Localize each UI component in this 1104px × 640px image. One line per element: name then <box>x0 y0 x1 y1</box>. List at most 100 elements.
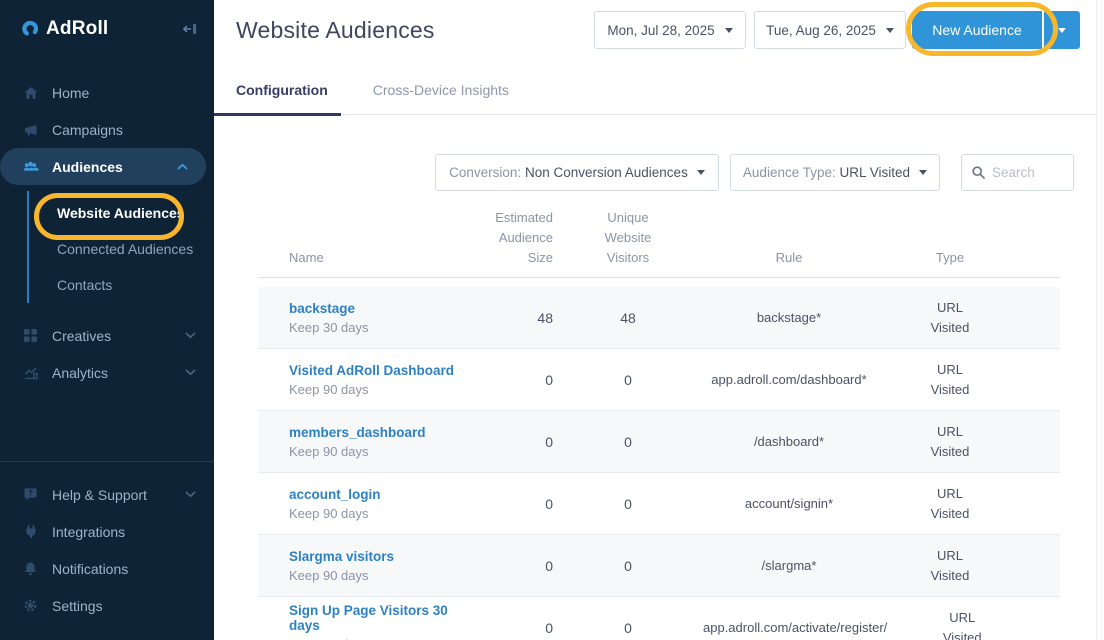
name-cell: Sign Up Page Visitors 30 days Keep 30 da… <box>258 603 473 640</box>
rule-cell: /slargma* <box>703 558 875 573</box>
end-date-picker[interactable]: Tue, Aug 26, 2025 <box>754 11 906 49</box>
name-cell: Visited AdRoll Dashboard Keep 90 days <box>258 363 473 397</box>
tab-configuration[interactable]: Configuration <box>236 82 328 114</box>
adroll-logo-text: AdRoll <box>46 18 109 39</box>
rule-cell: backstage* <box>703 310 875 325</box>
conversion-filter-label: Conversion: <box>449 165 522 180</box>
type-value: URL Visited <box>930 547 970 583</box>
audience-type-filter-label: Audience Type: <box>742 165 836 180</box>
conversion-filter-dropdown[interactable]: Conversion: Non Conversion Audiences <box>435 154 719 191</box>
name-cell: Slargma visitors Keep 90 days <box>258 549 473 583</box>
audience-type-filter-dropdown[interactable]: Audience Type: URL Visited <box>730 154 940 191</box>
type-cell: URL Visited <box>875 422 1025 462</box>
audience-retention: Keep 90 days <box>289 443 369 459</box>
megaphone-icon <box>22 122 39 138</box>
new-audience-button[interactable]: New Audience <box>912 11 1042 49</box>
search-input[interactable] <box>992 165 1062 180</box>
unique-visitors-value: 0 <box>624 557 632 574</box>
type-value: URL Visited <box>930 361 970 397</box>
active-tab-underline <box>214 113 341 116</box>
caret-down-icon <box>1058 27 1066 33</box>
audience-retention: Keep 90 days <box>289 505 369 521</box>
audiences-submenu: Website Audiences Connected Audiences Co… <box>0 185 214 317</box>
sidebar-item-campaigns[interactable]: Campaigns <box>0 111 214 148</box>
audiences-icon <box>22 159 39 175</box>
audience-table-header: Name Estimated Audience Size Unique Webs… <box>258 208 1060 278</box>
type-value: URL Visited <box>942 609 982 640</box>
chevron-down-icon <box>185 332 196 339</box>
audience-name-link[interactable]: Slargma visitors <box>289 549 473 564</box>
unique-visitors-value: 48 <box>620 309 636 326</box>
filter-bar: Conversion: Non Conversion Audiences Aud… <box>214 154 1104 191</box>
sidebar-item-analytics[interactable]: Analytics <box>0 354 214 391</box>
caret-down-icon <box>696 170 705 175</box>
sidebar-item-label: Help & Support <box>52 486 147 503</box>
scrollbar[interactable] <box>1096 0 1104 640</box>
collapse-sidebar-icon[interactable] <box>182 21 198 37</box>
gear-icon <box>22 598 39 613</box>
sidebar-item-help-support[interactable]: ? Help & Support <box>0 476 214 513</box>
rule-cell: account/signin* <box>703 496 875 511</box>
new-audience-split-button: New Audience <box>912 11 1080 49</box>
table-row: account_login Keep 90 days 0 0 account/s… <box>258 473 1060 535</box>
audience-name-link[interactable]: Visited AdRoll Dashboard <box>289 363 473 378</box>
audience-type-filter-value: URL Visited <box>839 165 911 180</box>
audience-name-link[interactable]: account_login <box>289 487 473 502</box>
sidebar-item-audiences[interactable]: Audiences <box>0 148 206 185</box>
header-controls: Mon, Jul 28, 2025 Tue, Aug 26, 2025 New … <box>594 11 1080 49</box>
type-cell: URL Visited <box>875 360 1025 400</box>
type-cell: URL Visited <box>875 298 1025 338</box>
tab-bar: Configuration Cross-Device Insights <box>214 82 1104 116</box>
end-date-value: Tue, Aug 26, 2025 <box>766 22 876 38</box>
unique-visitors-cell: 0 <box>553 434 703 450</box>
unique-visitors-cell: 0 <box>553 496 703 512</box>
sidebar-item-home[interactable]: Home <box>0 74 214 111</box>
rule-value: /slargma* <box>761 558 817 573</box>
rule-value: backstage* <box>756 310 822 325</box>
estimated-size-value: 0 <box>545 433 553 450</box>
start-date-picker[interactable]: Mon, Jul 28, 2025 <box>594 11 746 49</box>
sidebar-item-connected-audiences[interactable]: Connected Audiences <box>0 231 214 267</box>
audience-retention: Keep 90 days <box>289 567 369 583</box>
sidebar-item-label: Settings <box>52 597 103 614</box>
unique-visitors-value: 0 <box>624 433 632 450</box>
sidebar-item-label: Audiences <box>52 158 123 175</box>
estimated-size-cell: 0 <box>473 620 553 636</box>
unique-visitors-cell: 0 <box>553 372 703 388</box>
sidebar-item-contacts[interactable]: Contacts <box>0 267 214 303</box>
audience-name-link[interactable]: Sign Up Page Visitors 30 days <box>289 603 473 633</box>
estimated-size-value: 0 <box>545 371 553 388</box>
sidebar-item-label: Notifications <box>52 560 129 577</box>
sidebar-item-creatives[interactable]: Creatives <box>0 317 214 354</box>
name-cell: account_login Keep 90 days <box>258 487 473 521</box>
rule-cell: app.adroll.com/dashboard* <box>703 372 875 387</box>
estimated-size-value: 0 <box>545 557 553 574</box>
chevron-down-icon <box>185 369 196 376</box>
adroll-logo[interactable]: AdRoll <box>20 18 108 40</box>
chart-icon <box>22 365 39 381</box>
bell-icon <box>22 561 39 576</box>
sidebar-item-label: Creatives <box>52 327 112 344</box>
audience-name-link[interactable]: members_dashboard <box>289 425 473 440</box>
sidebar-item-integrations[interactable]: Integrations <box>0 513 214 550</box>
tab-cross-device-insights[interactable]: Cross-Device Insights <box>373 82 509 114</box>
grid-icon <box>22 328 39 343</box>
column-header-name: Name <box>289 250 324 265</box>
unique-visitors-value: 0 <box>624 495 632 512</box>
type-cell: URL Visited <box>875 546 1025 586</box>
audience-name-link[interactable]: backstage <box>289 301 473 316</box>
type-cell: URL Visited <box>887 608 1037 640</box>
unique-visitors-value: 0 <box>624 619 632 636</box>
rule-value: account/signin* <box>744 496 834 511</box>
conversion-filter-value: Non Conversion Audiences <box>524 165 688 180</box>
sidebar-item-notifications[interactable]: Notifications <box>0 550 214 587</box>
type-value: URL Visited <box>930 423 970 459</box>
estimated-size-cell: 0 <box>473 496 553 512</box>
unique-visitors-cell: 48 <box>553 310 703 326</box>
chevron-down-icon <box>185 491 196 498</box>
sidebar-item-settings[interactable]: Settings <box>0 587 214 624</box>
type-cell: URL Visited <box>875 484 1025 524</box>
sidebar-item-website-audiences[interactable]: Website Audiences <box>0 195 214 231</box>
rule-cell: app.adroll.com/activate/register/ <box>703 620 887 635</box>
new-audience-dropdown-button[interactable] <box>1044 11 1080 49</box>
